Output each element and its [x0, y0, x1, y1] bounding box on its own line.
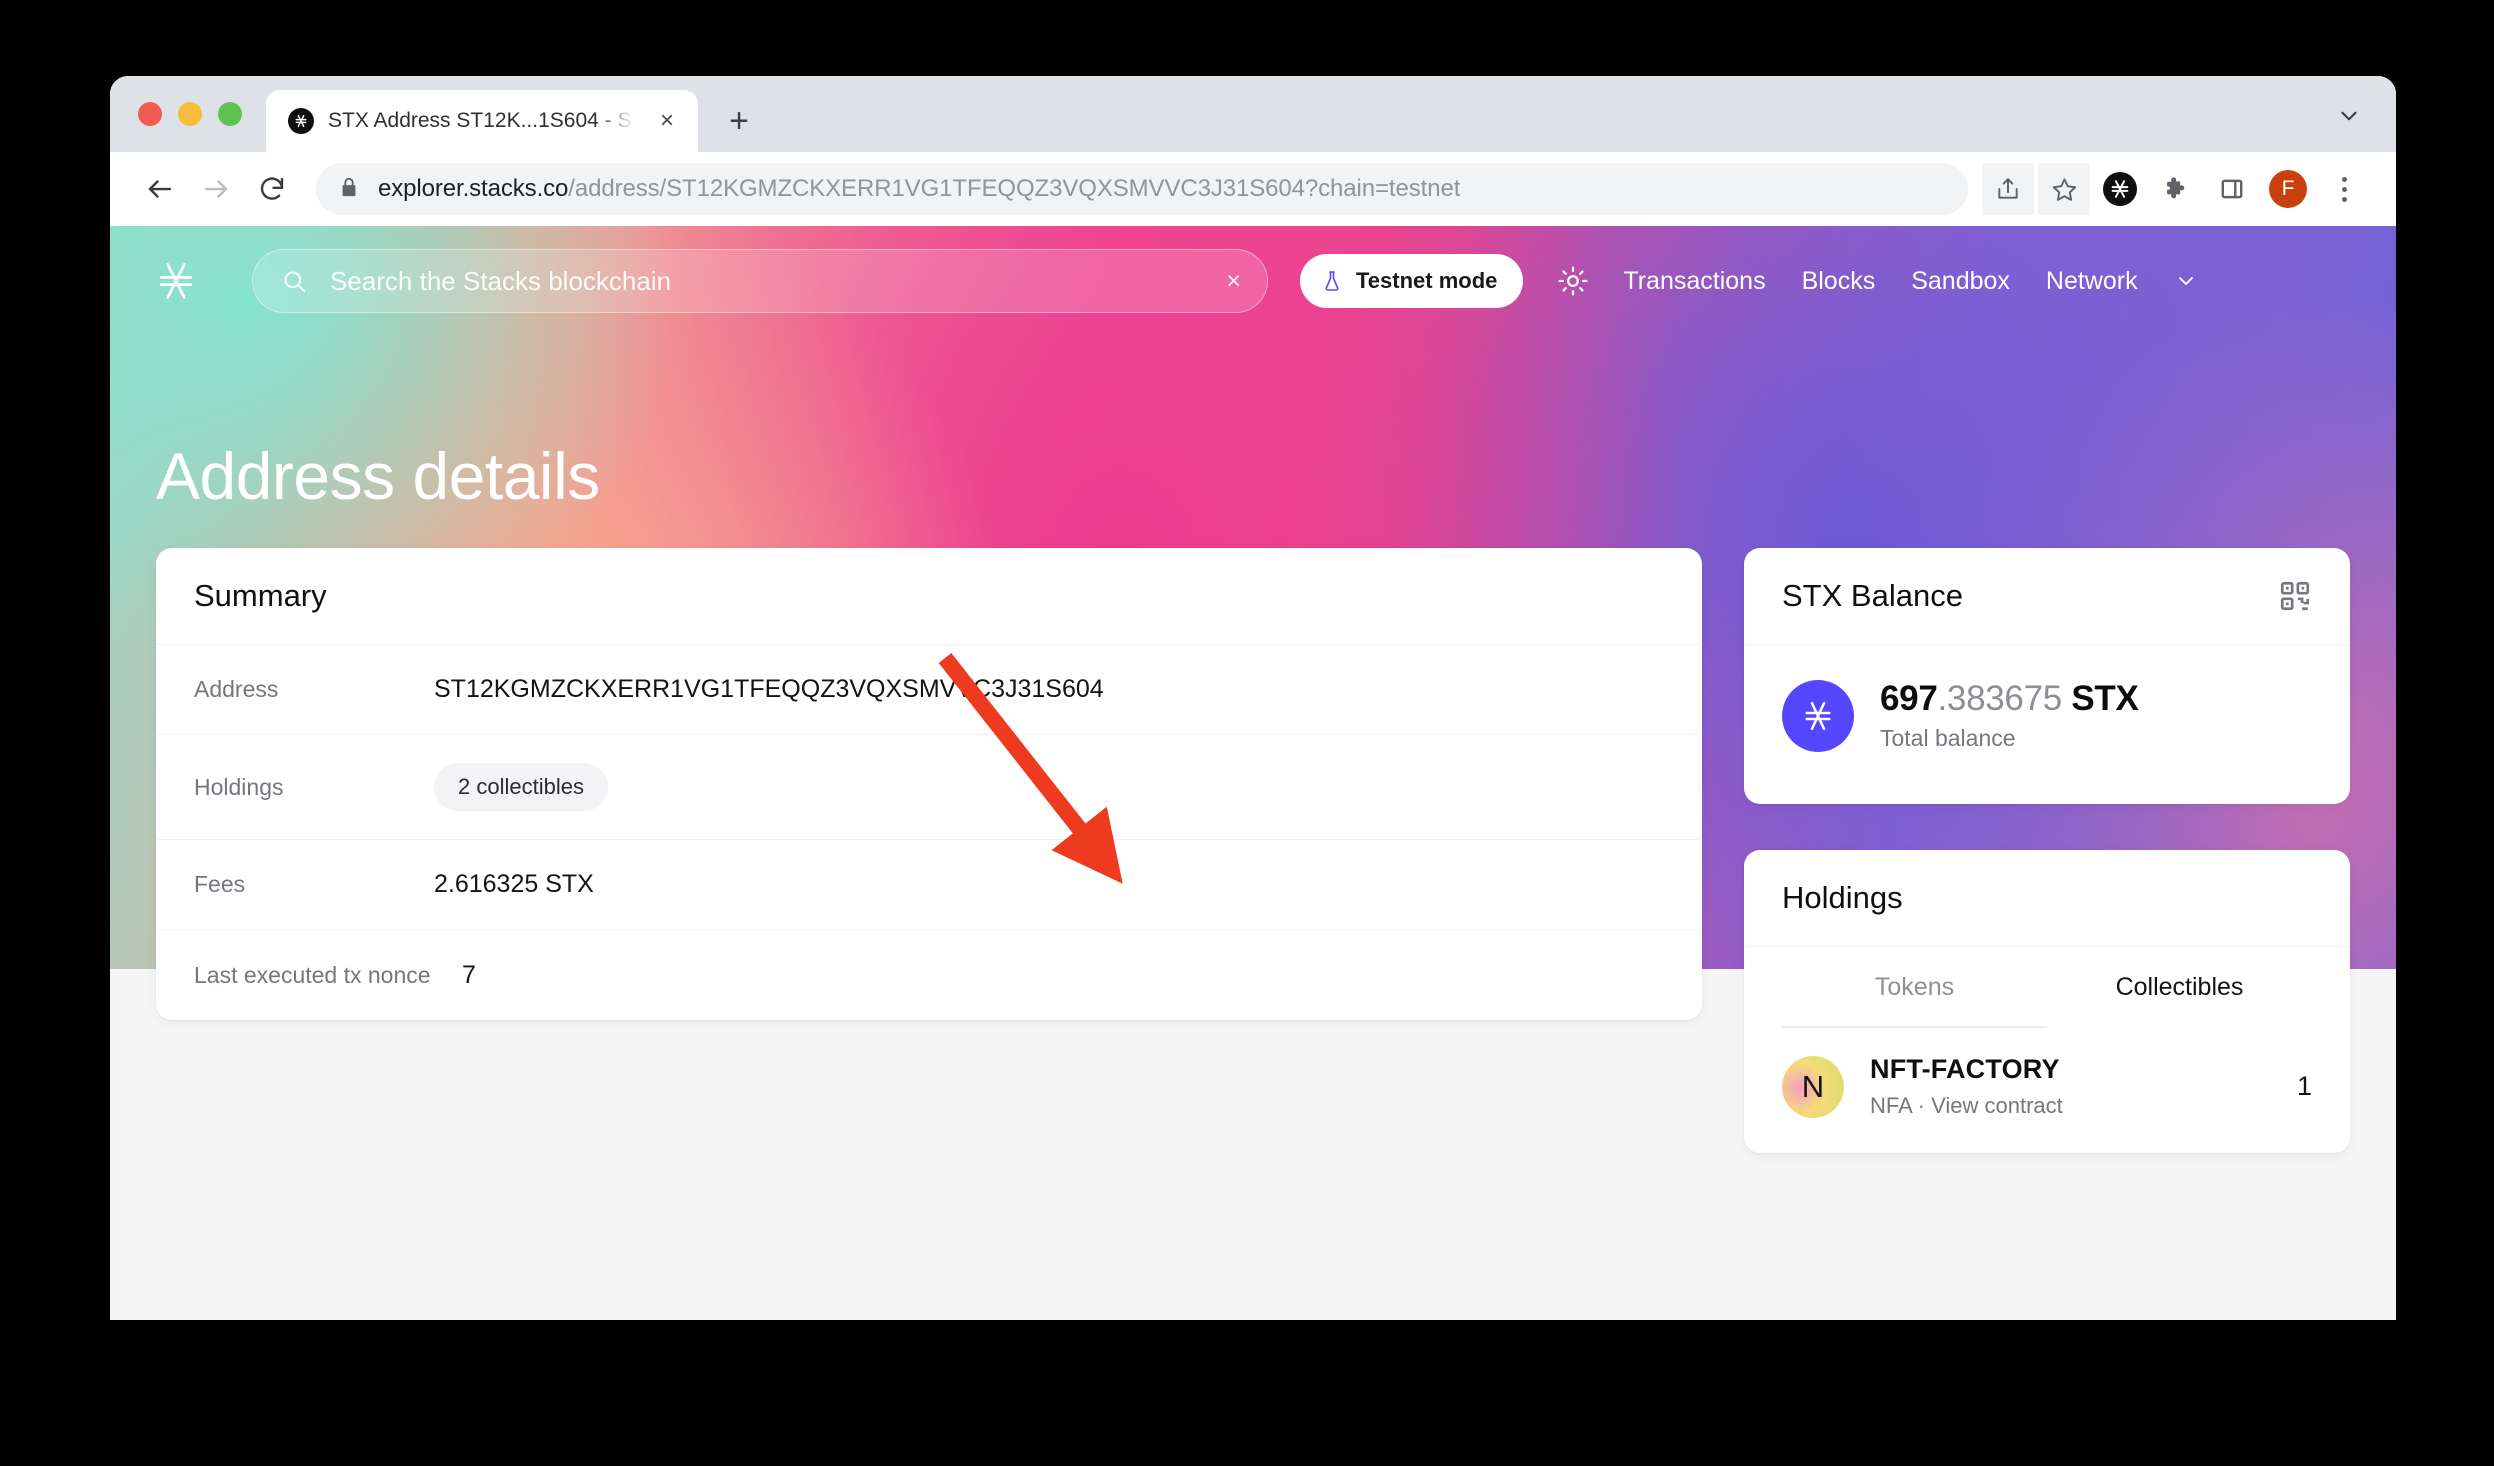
- sidebar-column: STX Balance 697.383675 STX Total balance…: [1744, 548, 2350, 1153]
- maximize-window-button[interactable]: [218, 102, 242, 126]
- nft-avatar: N: [1782, 1055, 1844, 1118]
- page-title: Address details: [156, 439, 600, 513]
- sun-icon[interactable]: [1557, 265, 1589, 297]
- stacks-icon: [288, 108, 314, 134]
- page-viewport: Search the Stacks blockchain × Testnet m…: [110, 226, 2396, 1320]
- forward-arrow-icon[interactable]: [188, 161, 244, 217]
- nav-link-blocks[interactable]: Blocks: [1802, 267, 1876, 296]
- summary-value-address[interactable]: ST12KGMZCKXERR1VG1TFEQQZ3VQXSMVVC3J31S60…: [434, 675, 1104, 704]
- browser-tab[interactable]: STX Address ST12K...1S604 - S ×: [266, 90, 698, 152]
- avatar[interactable]: F: [2262, 163, 2314, 215]
- summary-value-nonce: 7: [462, 960, 476, 989]
- list-item[interactable]: N NFT-FACTORY NFA · View contract 1: [1744, 1028, 2350, 1153]
- close-window-button[interactable]: [138, 102, 162, 126]
- holdings-tabs: Tokens Collectibles: [1744, 947, 2350, 1028]
- stx-balance-body: 697.383675 STX Total balance: [1744, 645, 2350, 804]
- nft-meta[interactable]: NFA · View contract: [1870, 1093, 2271, 1119]
- balance-unit: STX: [2061, 679, 2139, 718]
- browser-window: STX Address ST12K...1S604 - S × + explor…: [110, 76, 2396, 1320]
- stx-balance-text: 697.383675 STX Total balance: [1880, 679, 2139, 752]
- tab-tokens[interactable]: Tokens: [1782, 947, 2047, 1028]
- summary-row-nonce: Last executed tx nonce 7: [156, 930, 1702, 1020]
- testnet-mode-label: Testnet mode: [1356, 268, 1498, 293]
- content-grid: Summary Address ST12KGMZCKXERR1VG1TFEQQZ…: [156, 548, 2350, 1153]
- summary-card: Summary Address ST12KGMZCKXERR1VG1TFEQQZ…: [156, 548, 1702, 1020]
- tab-list-chevron-down-icon[interactable]: [2336, 103, 2362, 134]
- holdings-card-header: Holdings: [1744, 850, 2350, 947]
- nft-name: NFT-FACTORY: [1870, 1054, 2060, 1084]
- new-tab-button[interactable]: +: [716, 98, 762, 144]
- main-nav-links: Transactions Blocks Sandbox Network: [1623, 267, 2197, 296]
- stx-balance-card-header: STX Balance: [1744, 548, 2350, 645]
- holdings-card: Holdings Tokens Collectibles N NFT-FACTO…: [1744, 850, 2350, 1153]
- url-domain: explorer.stacks.co: [378, 175, 569, 202]
- tab-collectibles[interactable]: Collectibles: [2047, 947, 2312, 1028]
- summary-label-holdings: Holdings: [194, 773, 284, 800]
- summary-column: Summary Address ST12KGMZCKXERR1VG1TFEQQZ…: [156, 548, 1702, 1020]
- summary-card-header: Summary: [156, 548, 1702, 645]
- summary-row-address: Address ST12KGMZCKXERR1VG1TFEQQZ3VQXSMVV…: [156, 645, 1702, 735]
- share-icon[interactable]: [1982, 163, 2034, 215]
- browser-tab-title: STX Address ST12K...1S604 - S: [328, 109, 632, 132]
- stacks-token-icon: [1782, 679, 1854, 752]
- summary-heading: Summary: [194, 578, 327, 613]
- nft-text: NFT-FACTORY NFA · View contract: [1870, 1054, 2271, 1119]
- testnet-mode-button[interactable]: Testnet mode: [1300, 254, 1524, 308]
- summary-row-holdings: Holdings 2 collectibles: [156, 735, 1702, 840]
- url-path: /address/ST12KGMZCKXERR1VG1TFEQQZ3VQXSMV…: [568, 175, 1461, 202]
- summary-label-nonce: Last executed tx nonce: [194, 961, 431, 988]
- summary-value-fees: 2.616325 STX: [434, 870, 594, 898]
- collectibles-badge[interactable]: 2 collectibles: [434, 763, 608, 811]
- address-bar-text: explorer.stacks.co/address/ST12KGMZCKXER…: [378, 175, 1460, 203]
- holdings-heading: Holdings: [1782, 880, 1903, 915]
- close-tab-button[interactable]: ×: [652, 106, 682, 136]
- kebab-menu-icon[interactable]: [2318, 163, 2370, 215]
- summary-label-fees: Fees: [194, 871, 246, 897]
- stx-balance-heading: STX Balance: [1782, 578, 1963, 613]
- balance-whole: 697: [1880, 679, 1938, 718]
- summary-row-fees: Fees 2.616325 STX: [156, 840, 1702, 930]
- back-arrow-icon[interactable]: [132, 161, 188, 217]
- flask-icon: [1320, 269, 1344, 293]
- qr-code-icon[interactable]: [2278, 579, 2312, 613]
- toolbar-icons: F: [1982, 163, 2370, 215]
- address-bar[interactable]: explorer.stacks.co/address/ST12KGMZCKXER…: [316, 163, 1968, 215]
- nav-link-transactions[interactable]: Transactions: [1623, 267, 1765, 296]
- chevron-down-icon[interactable]: [2174, 269, 2198, 293]
- browser-toolbar: explorer.stacks.co/address/ST12KGMZCKXER…: [110, 152, 2396, 226]
- minimize-window-button[interactable]: [178, 102, 202, 126]
- search-input[interactable]: Search the Stacks blockchain ×: [252, 249, 1268, 313]
- stx-balance-sublabel: Total balance: [1880, 725, 2016, 751]
- clear-search-button[interactable]: ×: [1226, 268, 1241, 294]
- stx-balance-card: STX Balance 697.383675 STX Total balance: [1744, 548, 2350, 804]
- stx-balance-amount: 697.383675 STX: [1880, 679, 2139, 719]
- summary-label-address: Address: [194, 676, 279, 702]
- side-panel-icon[interactable]: [2206, 163, 2258, 215]
- nav-link-network[interactable]: Network: [2046, 267, 2138, 296]
- stacks-logo-icon[interactable]: [154, 259, 198, 303]
- site-navigation-bar: Search the Stacks blockchain × Testnet m…: [110, 226, 2396, 336]
- balance-fraction: .383675: [1937, 679, 2063, 718]
- reload-icon[interactable]: [244, 161, 300, 217]
- nav-link-sandbox[interactable]: Sandbox: [1911, 267, 2010, 296]
- profile-initial: F: [2269, 170, 2307, 208]
- star-icon[interactable]: [2038, 163, 2090, 215]
- stacks-extension-icon[interactable]: [2094, 163, 2146, 215]
- puzzle-icon[interactable]: [2150, 163, 2202, 215]
- lock-icon: [338, 176, 360, 203]
- nft-count: 1: [2296, 1071, 2312, 1101]
- search-placeholder: Search the Stacks blockchain: [330, 265, 672, 296]
- search-icon: [281, 268, 308, 295]
- browser-tab-strip: STX Address ST12K...1S604 - S × +: [110, 76, 2396, 152]
- window-traffic-lights: [110, 102, 242, 152]
